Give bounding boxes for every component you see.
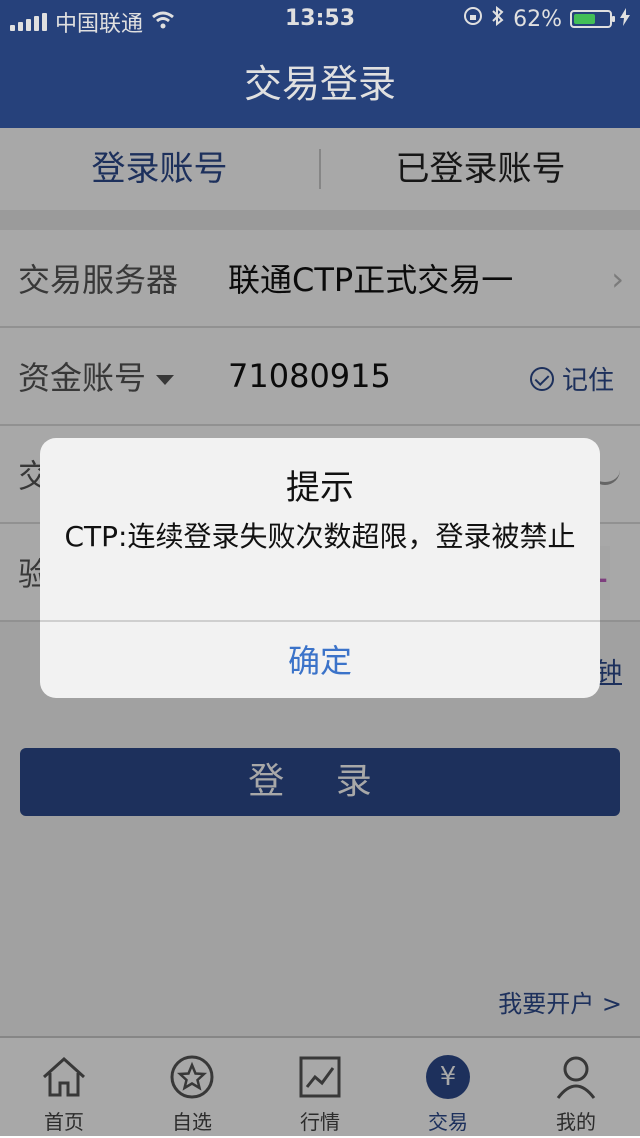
- dialog-title: 提示: [286, 468, 354, 508]
- dialog-message: CTP:连续登录失败次数超限，登录被禁止: [64, 520, 576, 553]
- header-dim-overlay: [0, 0, 640, 128]
- alert-dialog: 提示 CTP:连续登录失败次数超限，登录被禁止 确定: [40, 438, 600, 698]
- confirm-button[interactable]: 确定: [40, 620, 600, 698]
